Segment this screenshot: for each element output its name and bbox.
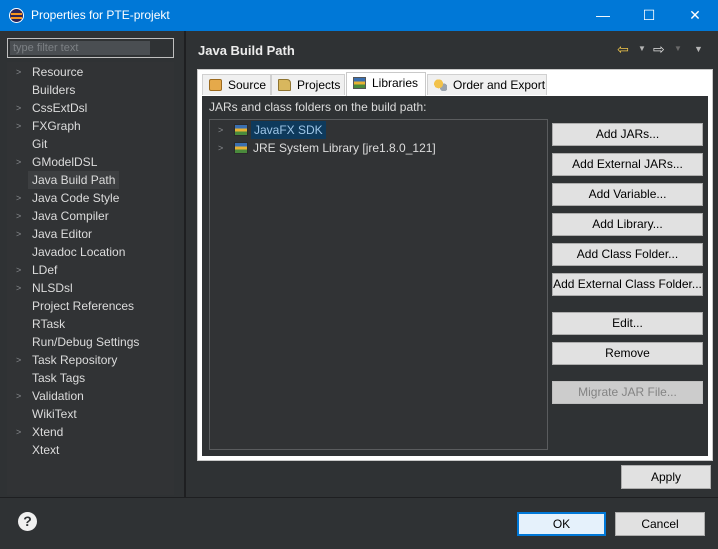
minimize-button[interactable]: — — [580, 0, 626, 31]
add-jars-button[interactable]: Add JARs... — [552, 123, 703, 146]
tree-item-nlsdsl[interactable]: > NLSDsl — [7, 279, 174, 297]
tab-libraries[interactable]: Libraries — [346, 72, 426, 96]
chevron-right-icon[interactable]: > — [16, 63, 21, 81]
add-external-class-folder-button[interactable]: Add External Class Folder... — [552, 273, 703, 296]
help-icon[interactable]: ? — [18, 512, 37, 531]
libraries-panel: JARs and class folders on the build path… — [202, 96, 708, 456]
page-title: Java Build Path — [198, 43, 295, 58]
tree-item-task-tags[interactable]: Task Tags — [7, 369, 174, 387]
chevron-right-icon[interactable]: > — [16, 117, 21, 135]
add-external-jars-button[interactable]: Add External JARs... — [552, 153, 703, 176]
tree-item-java-code-style[interactable]: > Java Code Style — [7, 189, 174, 207]
chevron-right-icon[interactable]: > — [16, 99, 21, 117]
filter-field[interactable]: type filter text — [7, 38, 174, 58]
remove-button[interactable]: Remove — [552, 342, 703, 365]
tree-item-xtext[interactable]: Xtext — [7, 441, 174, 459]
build-path-tab-folder: Source Projects Libraries Order and Expo… — [197, 69, 713, 461]
library-entry-jre-system-library[interactable]: > JRE System Library [jre1.8.0_121] — [210, 139, 547, 157]
source-folder-icon — [209, 79, 222, 91]
migrate-jar-file-button[interactable]: Migrate JAR File... — [552, 381, 703, 404]
tab-source[interactable]: Source — [202, 74, 271, 95]
project-folder-icon — [278, 79, 291, 91]
chevron-right-icon[interactable]: > — [218, 139, 223, 157]
cancel-button[interactable]: Cancel — [615, 512, 705, 536]
chevron-right-icon[interactable]: > — [16, 279, 21, 297]
tree-item-java-editor[interactable]: > Java Editor — [7, 225, 174, 243]
library-tree[interactable]: > JavaFX SDK > JRE System Library [jre1.… — [209, 119, 548, 450]
tab-projects[interactable]: Projects — [271, 74, 345, 95]
tree-item-gmodeldsl[interactable]: > GModelDSL — [7, 153, 174, 171]
tree-item-cssextdsl[interactable]: > CssExtDsl — [7, 99, 174, 117]
chevron-right-icon[interactable]: > — [16, 387, 21, 405]
chevron-right-icon[interactable]: > — [16, 153, 21, 171]
chevron-right-icon[interactable]: > — [16, 423, 21, 441]
tree-item-task-repository[interactable]: > Task Repository — [7, 351, 174, 369]
maximize-button[interactable]: ☐ — [626, 0, 672, 31]
library-jar-icon — [234, 142, 248, 154]
tree-item-fxgraph[interactable]: > FXGraph — [7, 117, 174, 135]
chevron-right-icon[interactable]: > — [16, 207, 21, 225]
eclipse-icon — [9, 8, 24, 23]
library-entry-javafx-sdk[interactable]: > JavaFX SDK — [210, 121, 547, 139]
add-class-folder-button[interactable]: Add Class Folder... — [552, 243, 703, 266]
chevron-right-icon[interactable]: > — [16, 225, 21, 243]
chevron-right-icon[interactable]: > — [218, 121, 223, 139]
chevron-right-icon[interactable]: > — [16, 261, 21, 279]
title-bar[interactable]: Properties for PTE-projekt — ☐ ✕ — [0, 0, 718, 31]
tree-item-git[interactable]: Git — [7, 135, 174, 153]
tree-item-wikitext[interactable]: WikiText — [7, 405, 174, 423]
window-title: Properties for PTE-projekt — [31, 8, 170, 22]
chevron-right-icon[interactable]: > — [16, 189, 21, 207]
tree-item-resource[interactable]: > Resource — [7, 63, 174, 81]
property-page-tree[interactable]: > Resource Builders > CssExtDsl > FXGraph G… — [7, 62, 174, 495]
tree-item-project-references[interactable]: Project References — [7, 297, 174, 315]
tab-order-and-export[interactable]: Order and Export — [427, 74, 547, 95]
tree-item-xtend[interactable]: > Xtend — [7, 423, 174, 441]
build-path-label: JARs and class folders on the build path… — [209, 100, 427, 114]
forward-dropdown-icon[interactable]: ▼ — [674, 41, 682, 57]
tree-item-rtask[interactable]: RTask — [7, 315, 174, 333]
back-arrow-icon[interactable]: ⇦ — [617, 41, 629, 57]
tree-item-builders[interactable]: Builders — [7, 81, 174, 99]
back-dropdown-icon[interactable]: ▼ — [638, 41, 646, 57]
dialog-button-bar: ? OK Cancel — [0, 497, 718, 549]
sidebar: type filter text > Resource Builders > Css… — [0, 31, 183, 497]
tree-item-java-build-path[interactable]: Java Build Path — [7, 171, 174, 189]
tree-item-javadoc-location[interactable]: Javadoc Location — [7, 243, 174, 261]
ok-button[interactable]: OK — [517, 512, 606, 536]
add-library-button[interactable]: Add Library... — [552, 213, 703, 236]
view-menu-icon[interactable]: ▼ — [694, 41, 703, 57]
tree-item-run-debug-settings[interactable]: Run/Debug Settings — [7, 333, 174, 351]
close-button[interactable]: ✕ — [672, 0, 718, 31]
tree-item-java-compiler[interactable]: > Java Compiler — [7, 207, 174, 225]
edit-button[interactable]: Edit... — [552, 312, 703, 335]
property-page: Java Build Path ⇦ ▼ ⇨ ▼ ▼ Source Project… — [186, 31, 718, 497]
order-export-icon — [434, 79, 447, 91]
library-jar-icon — [234, 124, 248, 136]
apply-button[interactable]: Apply — [621, 465, 711, 489]
library-icon — [353, 77, 366, 89]
add-variable-button[interactable]: Add Variable... — [552, 183, 703, 206]
chevron-right-icon[interactable]: > — [16, 351, 21, 369]
forward-arrow-icon[interactable]: ⇨ — [653, 41, 665, 57]
tree-item-validation[interactable]: > Validation — [7, 387, 174, 405]
tree-item-ldef[interactable]: > LDef — [7, 261, 174, 279]
